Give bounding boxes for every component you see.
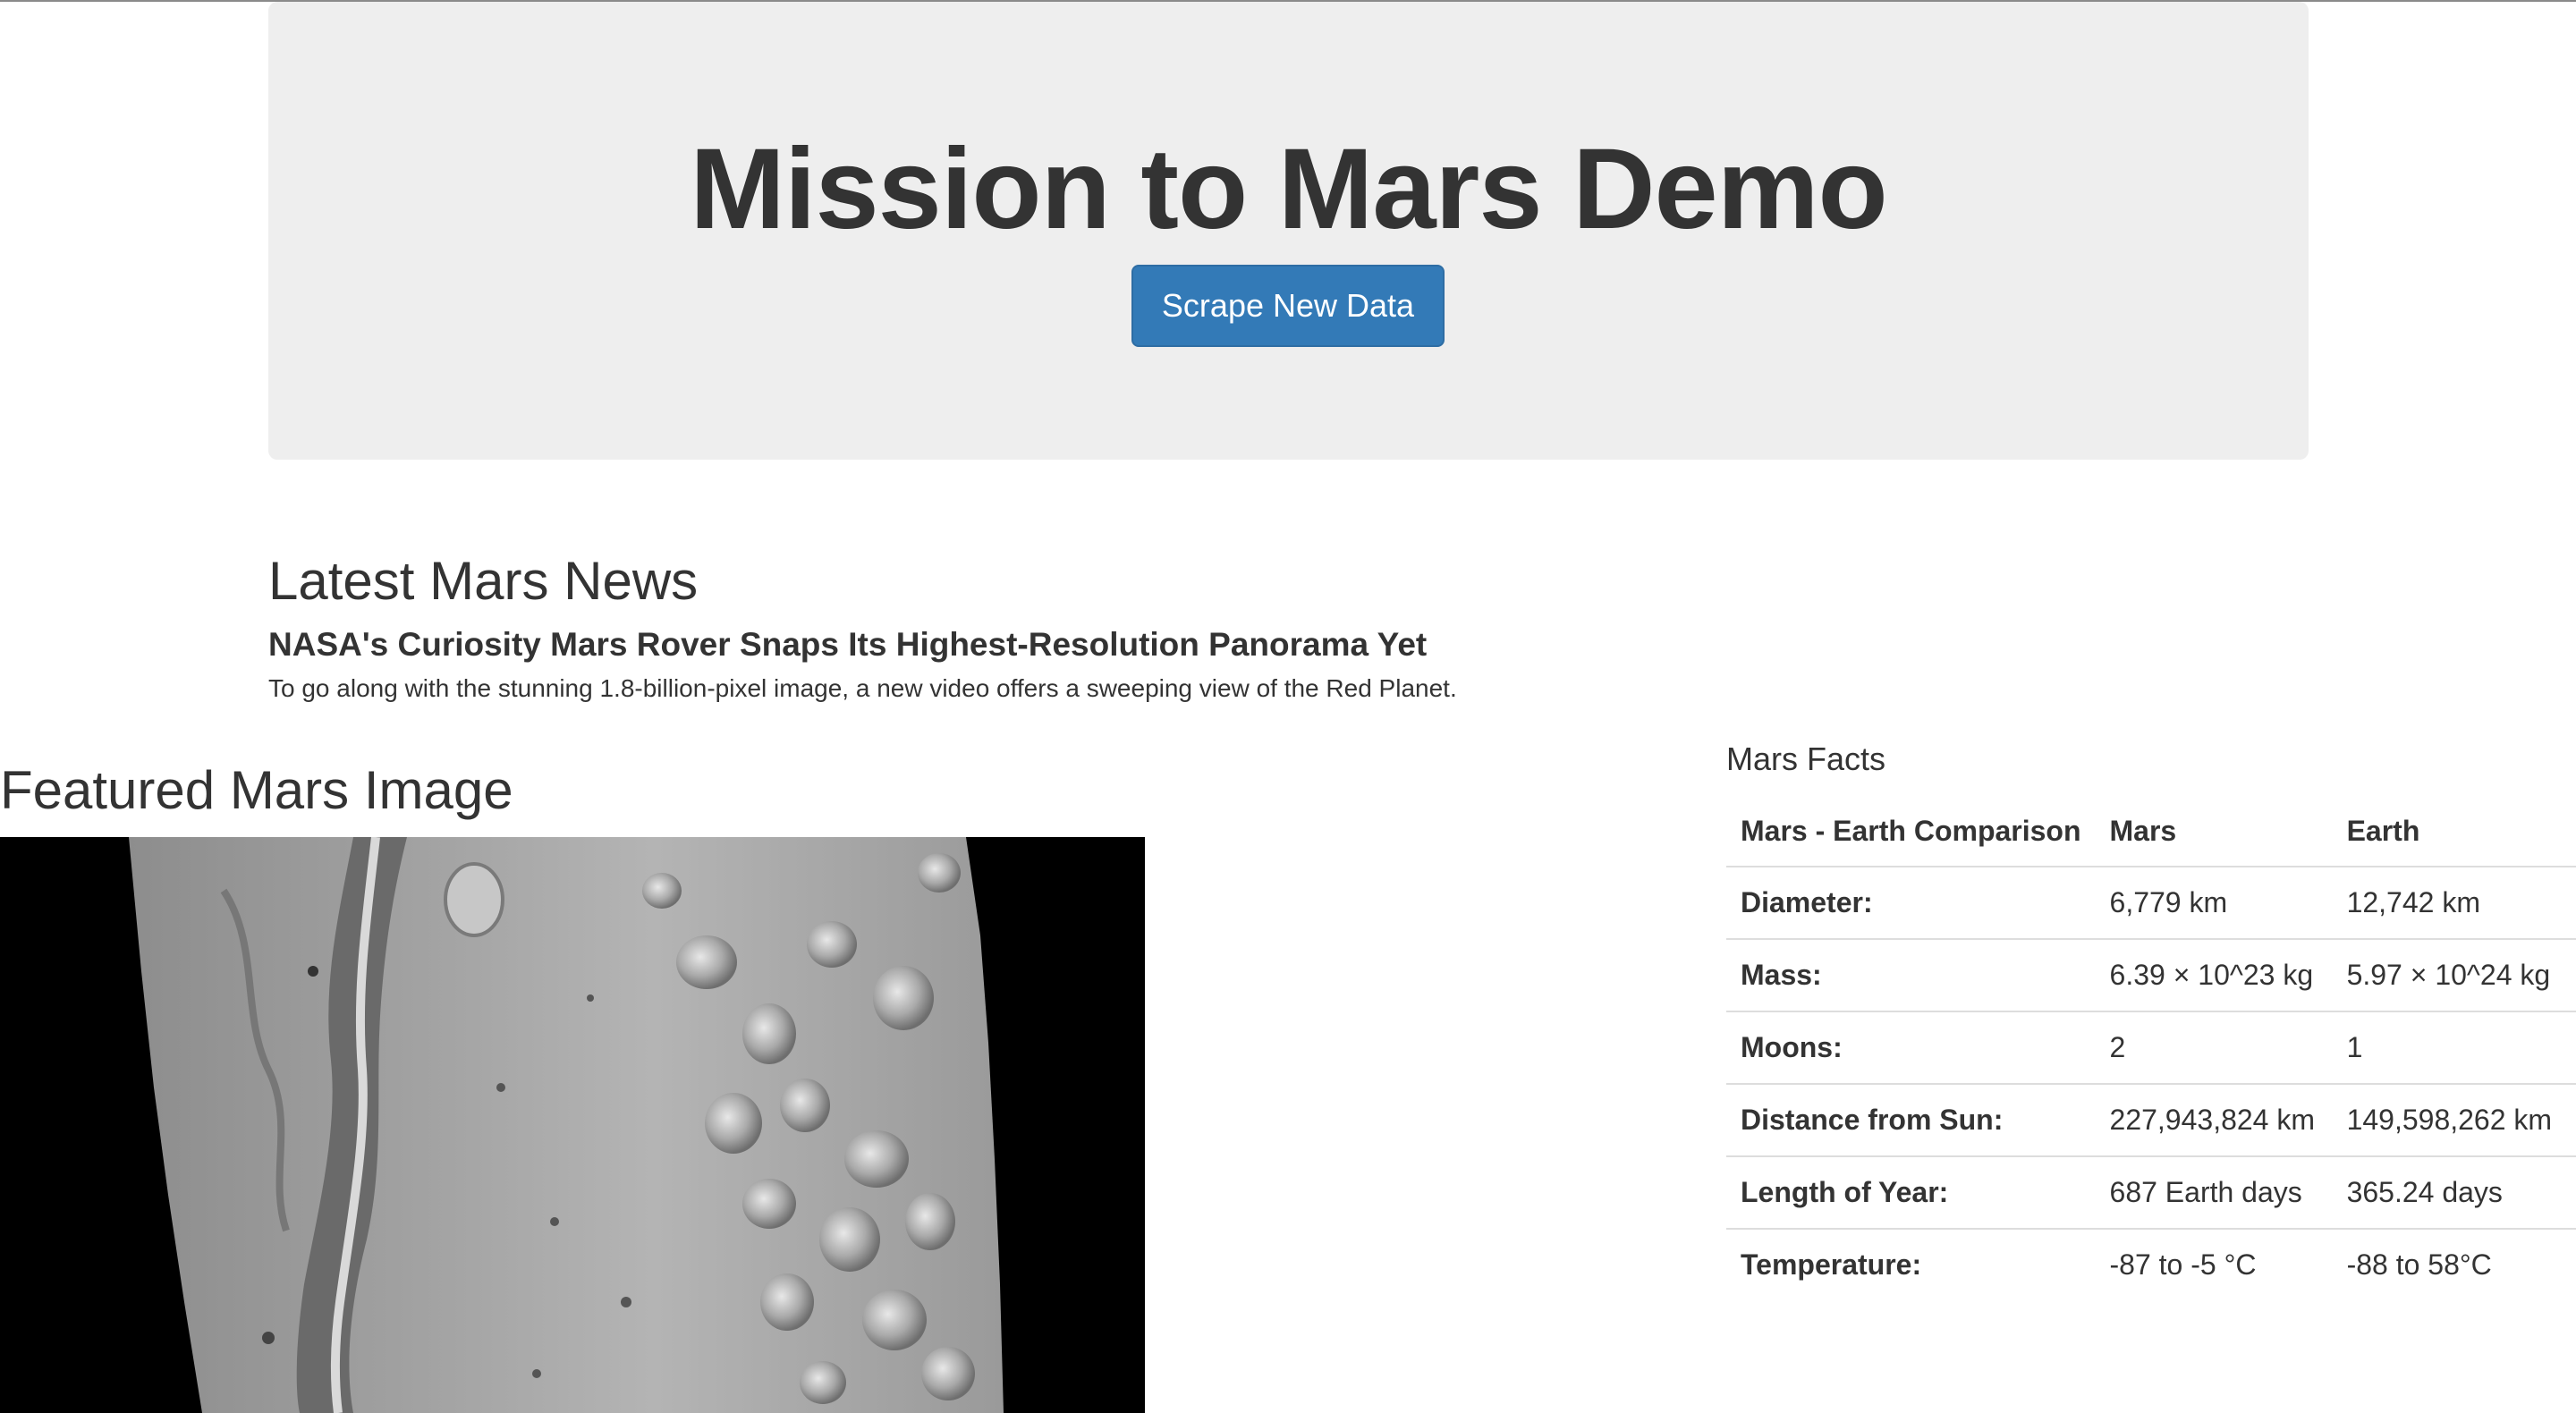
table-row: Length of Year: 687 Earth days 365.24 da… — [1726, 1155, 2576, 1229]
table-row: Distance from Sun: 227,943,824 km 149,59… — [1726, 1083, 2576, 1156]
mars-facts-heading: Mars Facts — [1726, 740, 1886, 777]
mars-value: -87 to -5 °C — [2095, 1228, 2333, 1300]
earth-value: 365.24 days — [2332, 1155, 2576, 1229]
earth-value: 1 — [2332, 1011, 2576, 1084]
news-title: NASA's Curiosity Mars Rover Snaps Its Hi… — [268, 626, 1428, 663]
earth-value: 5.97 × 10^24 kg — [2332, 938, 2576, 1011]
table-row: Temperature: -87 to -5 °C -88 to 58°C — [1726, 1228, 2576, 1300]
column-header: Mars — [2095, 796, 2333, 867]
earth-value: 149,598,262 km — [2332, 1083, 2576, 1156]
mars-value: 2 — [2095, 1011, 2333, 1084]
table-row: Mass: 6.39 × 10^23 kg 5.97 × 10^24 kg — [1726, 938, 2576, 1011]
mars-value: 687 Earth days — [2095, 1155, 2333, 1229]
row-label: Distance from Sun: — [1726, 1083, 2096, 1156]
column-header: Mars - Earth Comparison — [1726, 796, 2096, 867]
mars-value: 227,943,824 km — [2095, 1083, 2333, 1156]
mars-value: 6,779 km — [2095, 866, 2333, 939]
row-label: Length of Year: — [1726, 1155, 2096, 1229]
table-row: Moons: 2 1 — [1726, 1011, 2576, 1084]
page-title: Mission to Mars Demo — [690, 125, 1887, 253]
row-label: Mass: — [1726, 938, 2096, 1011]
featured-image-heading: Featured Mars Image — [0, 760, 513, 820]
column-header: Earth — [2332, 796, 2576, 867]
earth-value: -88 to 58°C — [2332, 1228, 2576, 1300]
row-label: Diameter: — [1726, 866, 2096, 939]
row-label: Moons: — [1726, 1011, 2096, 1084]
latest-news-heading: Latest Mars News — [268, 551, 699, 611]
earth-value: 12,742 km — [2332, 866, 2576, 939]
table-row: Diameter: 6,779 km 12,742 km — [1726, 866, 2576, 939]
jumbotron: Mission to Mars Demo Scrape New Data — [268, 2, 2309, 460]
mars-value: 6.39 × 10^23 kg — [2095, 938, 2333, 1011]
news-teaser: To go along with the stunning 1.8-billio… — [268, 674, 1457, 702]
mars-facts-table: Mars - Earth Comparison Mars Earth Diame… — [1726, 796, 2576, 1300]
table-header-row: Mars - Earth Comparison Mars Earth — [1726, 796, 2576, 867]
row-label: Temperature: — [1726, 1228, 2096, 1300]
featured-mars-image — [0, 837, 1145, 1413]
scrape-new-data-button[interactable]: Scrape New Data — [1131, 265, 1445, 347]
